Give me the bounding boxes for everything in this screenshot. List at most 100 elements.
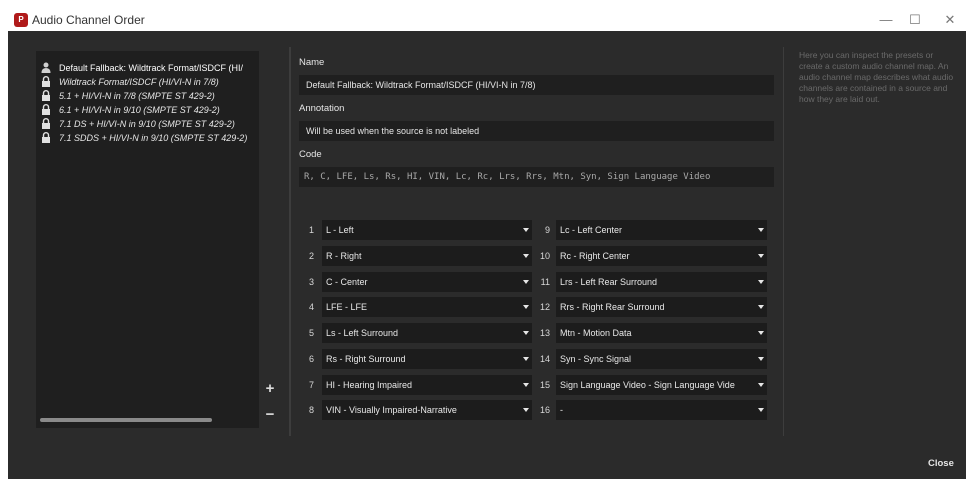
channel-number: 3 xyxy=(308,277,314,287)
divider xyxy=(289,47,291,436)
lock-icon xyxy=(42,132,50,143)
maximize-button[interactable]: ☐ xyxy=(895,10,935,29)
channel-dropdown[interactable]: VIN - Visually Impaired-Narrative xyxy=(322,400,532,420)
name-field[interactable]: Default Fallback: Wildtrack Format/ISDCF… xyxy=(299,75,774,95)
close-window-button[interactable]: ✕ xyxy=(930,10,966,29)
channel-number: 4 xyxy=(308,302,314,312)
channel-dropdown[interactable]: Syn - Sync Signal xyxy=(556,349,767,369)
add-preset-button[interactable]: + xyxy=(264,380,276,397)
channel-value: Ls - Left Surround xyxy=(326,328,399,338)
lock-icon xyxy=(42,104,50,115)
chevron-down-icon xyxy=(758,228,764,232)
chevron-down-icon xyxy=(758,331,764,335)
chevron-down-icon xyxy=(523,228,529,232)
chevron-down-icon xyxy=(523,305,529,309)
channel-value: C - Center xyxy=(326,277,368,287)
chevron-down-icon xyxy=(758,254,764,258)
annotation-label: Annotation xyxy=(299,103,345,114)
preset-label: 7.1 DS + HI/VI-N in 9/10 (SMPTE ST 429-2… xyxy=(59,119,235,129)
preset-item[interactable]: 6.1 + HI/VI-N in 9/10 (SMPTE ST 429-2) xyxy=(36,103,259,118)
chevron-down-icon xyxy=(523,331,529,335)
channel-number: 6 xyxy=(308,354,314,364)
preset-list[interactable]: Default Fallback: Wildtrack Format/ISDCF… xyxy=(36,51,259,428)
divider xyxy=(783,47,784,436)
channel-value: Rs - Right Surround xyxy=(326,354,406,364)
channel-number: 7 xyxy=(308,380,314,390)
preset-label: Wildtrack Format/ISDCF (HI/VI-N in 7/8) xyxy=(59,77,219,87)
channel-value: R - Right xyxy=(326,251,362,261)
chevron-down-icon xyxy=(758,280,764,284)
channel-value: Mtn - Motion Data xyxy=(560,328,632,338)
channel-value: HI - Hearing Impaired xyxy=(326,380,413,390)
chevron-down-icon xyxy=(758,305,764,309)
user-icon xyxy=(41,62,51,73)
channel-value: Lc - Left Center xyxy=(560,225,623,235)
channel-value: Rrs - Right Rear Surround xyxy=(560,302,665,312)
chevron-down-icon xyxy=(758,357,764,361)
channel-dropdown[interactable]: Rs - Right Surround xyxy=(322,349,532,369)
channel-dropdown[interactable]: Rrs - Right Rear Surround xyxy=(556,297,767,317)
channel-value: Sign Language Video - Sign Language Vide xyxy=(560,380,735,390)
window-title: Audio Channel Order xyxy=(32,13,145,27)
chevron-down-icon xyxy=(523,254,529,258)
preset-item[interactable]: Default Fallback: Wildtrack Format/ISDCF… xyxy=(36,61,259,76)
chevron-down-icon xyxy=(523,408,529,412)
help-text: Here you can inspect the presets or crea… xyxy=(799,50,954,104)
channel-number: 8 xyxy=(308,405,314,415)
channel-value: L - Left xyxy=(326,225,354,235)
channel-number: 2 xyxy=(308,251,314,261)
chevron-down-icon xyxy=(523,280,529,284)
channel-number: 12 xyxy=(539,302,550,312)
chevron-down-icon xyxy=(758,383,764,387)
channel-number: 13 xyxy=(539,328,550,338)
preset-item[interactable]: Wildtrack Format/ISDCF (HI/VI-N in 7/8) xyxy=(36,75,259,90)
annotation-field[interactable]: Will be used when the source is not labe… xyxy=(299,121,774,141)
channel-dropdown[interactable]: Mtn - Motion Data xyxy=(556,323,767,343)
chevron-down-icon xyxy=(758,408,764,412)
channel-dropdown[interactable]: Ls - Left Surround xyxy=(322,323,532,343)
lock-icon xyxy=(42,90,50,101)
channel-dropdown[interactable]: C - Center xyxy=(322,272,532,292)
channel-dropdown[interactable]: LFE - LFE xyxy=(322,297,532,317)
channel-number: 11 xyxy=(540,277,550,287)
channel-value: - xyxy=(560,405,563,415)
channel-value: Lrs - Left Rear Surround xyxy=(560,277,658,287)
channel-number: 16 xyxy=(539,405,550,415)
lock-icon xyxy=(42,76,50,87)
name-label: Name xyxy=(299,57,325,68)
channel-dropdown[interactable]: Rc - Right Center xyxy=(556,246,767,266)
code-label: Code xyxy=(299,149,322,160)
channel-number: 9 xyxy=(544,225,550,235)
channel-dropdown[interactable]: - xyxy=(556,400,767,420)
chevron-down-icon xyxy=(523,357,529,361)
preset-label: 7.1 SDDS + HI/VI-N in 9/10 (SMPTE ST 429… xyxy=(59,133,248,143)
title-bar: P Audio Channel Order — ☐ ✕ xyxy=(8,8,966,31)
dialog-body: Default Fallback: Wildtrack Format/ISDCF… xyxy=(8,31,966,479)
channel-dropdown[interactable]: Sign Language Video - Sign Language Vide xyxy=(556,375,767,395)
preset-item[interactable]: 7.1 SDDS + HI/VI-N in 9/10 (SMPTE ST 429… xyxy=(36,131,259,146)
preset-label: 5.1 + HI/VI-N in 7/8 (SMPTE ST 429-2) xyxy=(59,91,215,101)
preset-label: Default Fallback: Wildtrack Format/ISDCF… xyxy=(59,63,244,73)
channel-value: Rc - Right Center xyxy=(560,251,630,261)
channel-dropdown[interactable]: HI - Hearing Impaired xyxy=(322,375,532,395)
channel-value: VIN - Visually Impaired-Narrative xyxy=(326,405,457,415)
lock-icon xyxy=(42,118,50,129)
channel-value: LFE - LFE xyxy=(326,302,368,312)
preset-item[interactable]: 7.1 DS + HI/VI-N in 9/10 (SMPTE ST 429-2… xyxy=(36,117,259,132)
close-button[interactable]: Close xyxy=(928,458,954,469)
channel-number: 5 xyxy=(308,328,314,338)
channel-number: 1 xyxy=(308,225,314,235)
remove-preset-button[interactable]: − xyxy=(264,406,276,423)
channel-number: 10 xyxy=(539,251,550,261)
channel-dropdown[interactable]: R - Right xyxy=(322,246,532,266)
channel-dropdown[interactable]: L - Left xyxy=(322,220,532,240)
channel-dropdown[interactable]: Lc - Left Center xyxy=(556,220,767,240)
channel-dropdown[interactable]: Lrs - Left Rear Surround xyxy=(556,272,767,292)
channel-number: 15 xyxy=(539,380,550,390)
horizontal-scrollbar[interactable] xyxy=(40,418,212,422)
channel-number: 14 xyxy=(539,354,550,364)
chevron-down-icon xyxy=(523,383,529,387)
preset-item[interactable]: 5.1 + HI/VI-N in 7/8 (SMPTE ST 429-2) xyxy=(36,89,259,104)
code-field[interactable]: R, C, LFE, Ls, Rs, HI, VIN, Lc, Rc, Lrs,… xyxy=(299,167,774,187)
app-logo-icon: P xyxy=(14,13,28,27)
